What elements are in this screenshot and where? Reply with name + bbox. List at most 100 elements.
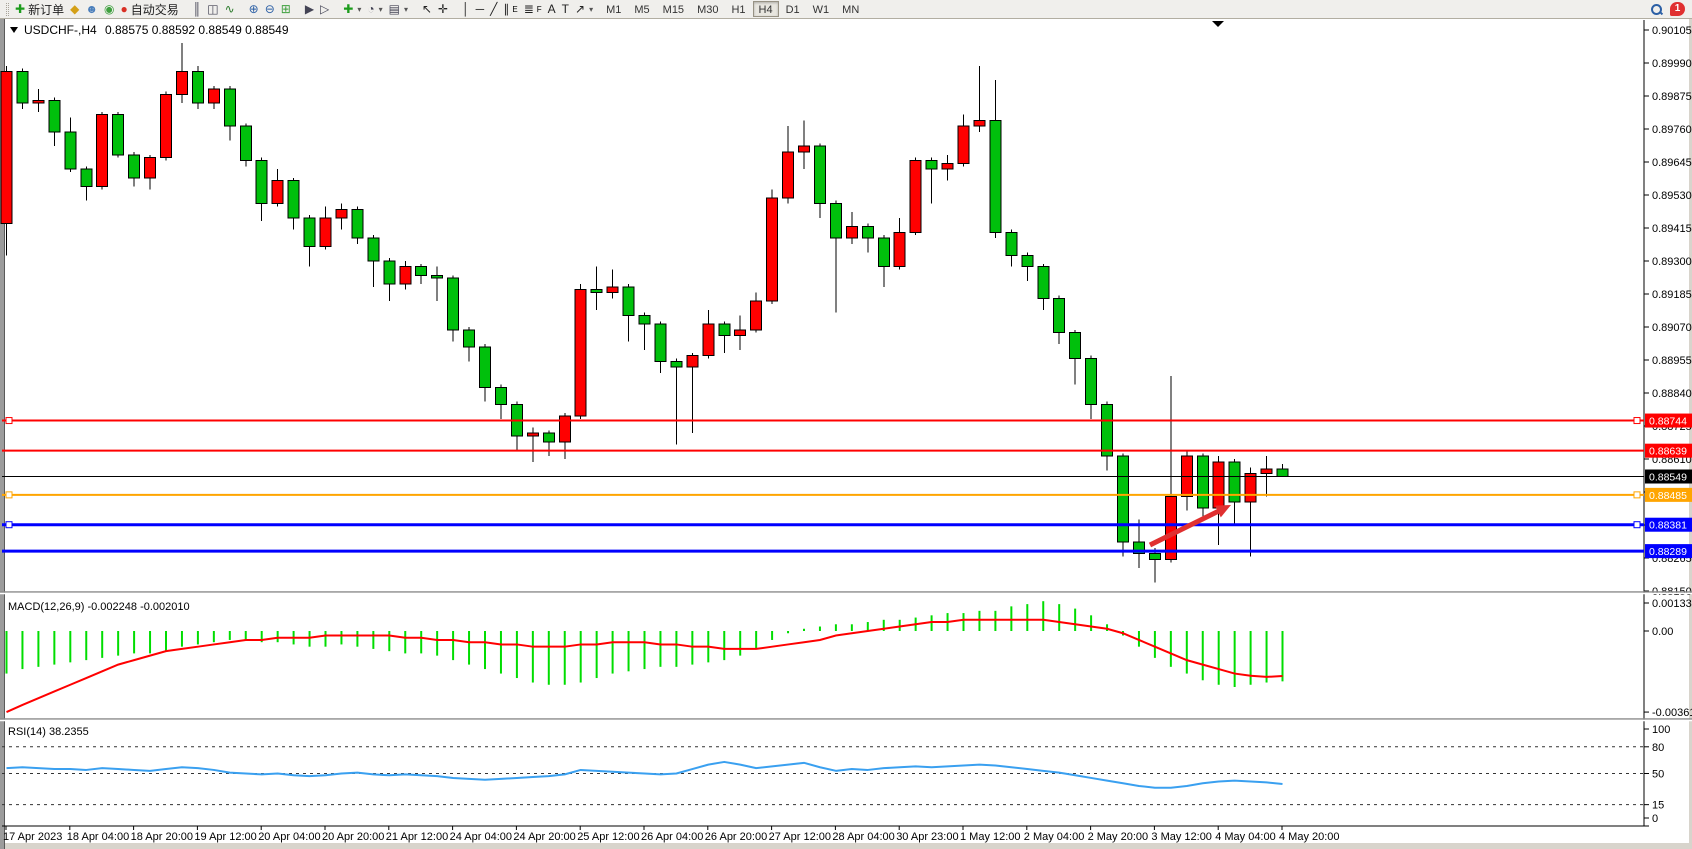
hline-handle[interactable]: [6, 492, 12, 498]
community-profile-icon[interactable]: ☻: [82, 1, 101, 18]
timeframe-m15[interactable]: M15: [657, 1, 690, 17]
candle-body: [878, 238, 889, 267]
candle-body: [926, 161, 937, 170]
ohlc-values: 0.88575 0.88592 0.88549 0.88549: [105, 23, 289, 37]
hline-handle[interactable]: [1634, 522, 1640, 528]
time-label: 24 Apr 04:00: [450, 831, 512, 843]
rsi-axis-label: 80: [1652, 742, 1664, 754]
indicators-icon[interactable]: ✚▾: [340, 1, 364, 18]
candle-body: [17, 72, 28, 104]
mql5-market-icon[interactable]: ◆: [67, 1, 82, 18]
timeframe-w1[interactable]: W1: [807, 1, 836, 17]
chart-title: USDCHF-,H40.88575 0.88592 0.88549 0.8854…: [10, 23, 289, 37]
templates-icon[interactable]: ▤▾: [386, 1, 411, 18]
candle-body: [783, 152, 794, 198]
cursor-icon[interactable]: ↖: [419, 1, 435, 18]
text-icon: A: [548, 1, 556, 18]
auto-scroll-icon: ▶: [305, 1, 314, 18]
zoom-out-icon[interactable]: ⊖: [262, 1, 278, 18]
auto-scroll-icon[interactable]: ▶: [302, 1, 317, 18]
hline-handle[interactable]: [6, 522, 12, 528]
mt4-window: 0.901050.899900.898750.897600.896450.895…: [0, 0, 1692, 849]
time-label: 1 May 12:00: [960, 831, 1021, 843]
mql5-market-icon: ◆: [70, 1, 79, 18]
timeframe-d1[interactable]: D1: [780, 1, 806, 17]
rsi-axis-label: 15: [1652, 800, 1664, 812]
candle-body: [575, 290, 586, 416]
hline-handle[interactable]: [1634, 492, 1640, 498]
toolbar-grip[interactable]: [6, 3, 9, 16]
crosshair-icon[interactable]: ✛: [435, 1, 451, 18]
timeframe-h4[interactable]: H4: [753, 1, 779, 17]
candle-body: [432, 275, 443, 278]
new-order-button[interactable]: ✚新订单: [12, 1, 67, 18]
equidistant-channel-icon[interactable]: ∥E: [500, 1, 520, 18]
candle-body: [368, 238, 379, 261]
toolbar-icon-group: ✚新订单◆☻◉●自动交易║◫∿⊕⊖⊞▶▷✚▾◔▾▤▾↖✛│─╱∥E≣FAT↗▾: [12, 1, 596, 18]
chart-canvas[interactable]: 0.901050.899900.898750.897600.896450.895…: [0, 0, 1692, 849]
candle-body: [1038, 267, 1049, 299]
candle-body: [623, 287, 634, 316]
price-tick-label: 0.89300: [1652, 256, 1692, 268]
arrows-icon-dropdown[interactable]: ▾: [589, 5, 593, 14]
macd-axis-label: -0.003619: [1652, 707, 1692, 719]
autotrade-button[interactable]: ●自动交易: [117, 1, 181, 18]
notification-badge[interactable]: 1: [1670, 2, 1685, 16]
chart-shift-icon[interactable]: ▷: [317, 1, 332, 18]
candle-body: [176, 72, 187, 95]
candle-body: [33, 100, 44, 103]
toolbar: ✚新订单◆☻◉●自动交易║◫∿⊕⊖⊞▶▷✚▾◔▾▤▾↖✛│─╱∥E≣FAT↗▾ …: [0, 0, 1692, 19]
timeframe-mn[interactable]: MN: [836, 1, 865, 17]
timeframe-h1[interactable]: H1: [725, 1, 751, 17]
candlestick-chart-icon[interactable]: ◫: [204, 1, 221, 18]
trendline-icon[interactable]: ╱: [487, 1, 500, 18]
indicators-icon-dropdown[interactable]: ▾: [357, 5, 361, 14]
arrows-icon[interactable]: ↗▾: [572, 1, 596, 18]
candle-body: [942, 163, 953, 169]
candlestick-chart-icon: ◫: [207, 1, 218, 18]
fibonacci-icon[interactable]: ≣F: [521, 1, 545, 18]
periods-icon-dropdown[interactable]: ▾: [379, 5, 383, 14]
candle-body: [527, 433, 538, 436]
time-label: 20 Apr 20:00: [322, 831, 384, 843]
bar-chart-icon[interactable]: ║: [190, 1, 205, 18]
horizontal-line-icon[interactable]: ─: [473, 1, 488, 18]
candle-body: [304, 218, 315, 247]
candle-body: [735, 330, 746, 336]
candle-body: [814, 146, 825, 203]
templates-icon-dropdown[interactable]: ▾: [404, 5, 408, 14]
arrows-icon: ↗: [575, 1, 585, 18]
timeframe-m30[interactable]: M30: [691, 1, 724, 17]
candle-body: [703, 324, 714, 356]
time-label: 28 Apr 04:00: [832, 831, 894, 843]
vertical-line-icon[interactable]: │: [459, 1, 473, 18]
community-profile-icon: ☻: [85, 1, 98, 18]
toolbar-right-group: 1: [1651, 2, 1689, 16]
signals-icon: ◉: [104, 1, 114, 18]
horizontal-line-icon: ─: [476, 1, 485, 18]
time-label: 26 Apr 20:00: [705, 831, 767, 843]
text-icon[interactable]: A: [545, 1, 559, 18]
label-icon[interactable]: T: [559, 1, 572, 18]
zoom-in-icon[interactable]: ⊕: [246, 1, 262, 18]
signals-icon[interactable]: ◉: [101, 1, 117, 18]
tile-windows-icon[interactable]: ⊞: [278, 1, 294, 18]
line-chart-icon[interactable]: ∿: [222, 1, 238, 18]
rsi-axis-label: 50: [1652, 769, 1664, 781]
candle-body: [336, 209, 347, 218]
hline-handle[interactable]: [1634, 418, 1640, 424]
candle-body: [145, 158, 156, 178]
candle-body: [65, 132, 76, 169]
time-label: 24 Apr 20:00: [513, 831, 575, 843]
time-label: 19 Apr 12:00: [194, 831, 256, 843]
trendline-icon: ╱: [490, 1, 497, 18]
timeframe-m1[interactable]: M1: [600, 1, 627, 17]
timeframe-m5[interactable]: M5: [628, 1, 655, 17]
candle-body: [97, 115, 108, 187]
time-label: 25 Apr 12:00: [577, 831, 639, 843]
periods-icon[interactable]: ◔▾: [364, 1, 385, 18]
hline-handle[interactable]: [6, 418, 12, 424]
search-icon[interactable]: [1651, 4, 1662, 15]
candle-body: [320, 218, 331, 247]
candle-body: [543, 433, 554, 442]
